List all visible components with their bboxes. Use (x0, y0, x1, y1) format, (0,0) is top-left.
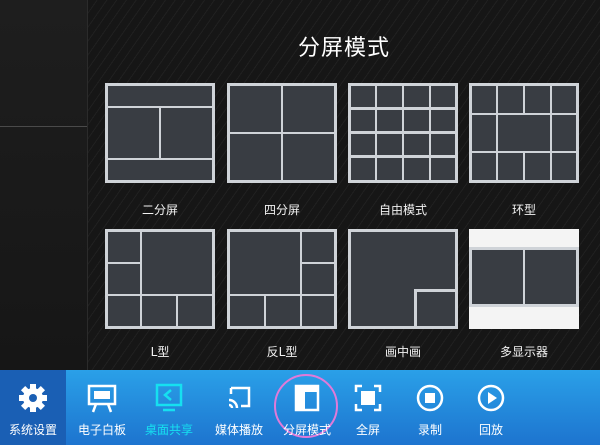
taskbar-whiteboard[interactable]: 电子白板 (69, 370, 135, 445)
taskbar-fullscreen[interactable]: 全屏 (335, 370, 401, 445)
mode-tile-two-split[interactable] (105, 83, 215, 183)
taskbar-media-play[interactable]: 媒体播放 (206, 370, 272, 445)
multi-display-layout-icon (469, 229, 579, 329)
l-shape-layout-icon (108, 232, 212, 326)
split-mode-panel: 分屏模式 二分屏 四分屏 自由模式 环型 L型 反L型 画中画 多显示器 (88, 0, 600, 370)
free-mode-layout-icon (351, 86, 455, 180)
left-side-panel (0, 0, 88, 370)
playback-icon (477, 384, 505, 412)
mode-label-reverse-l: 反L型 (266, 345, 298, 359)
taskbar-label: 媒体播放 (214, 423, 263, 437)
bottom-taskbar: 系统设置 电子白板 桌面共享 媒体播放 分屏模式 全屏 录制 回放 (0, 370, 600, 445)
mode-label-multi-display: 多显示器 (499, 345, 548, 359)
split-screen-icon (294, 384, 320, 412)
mode-label-free: 自由模式 (378, 203, 427, 217)
taskbar-label: 分屏模式 (282, 423, 331, 437)
mode-tile-reverse-l[interactable] (227, 229, 337, 329)
taskbar-label: 电子白板 (77, 423, 126, 437)
whiteboard-icon (87, 384, 117, 413)
taskbar-label: 全屏 (355, 423, 380, 437)
ring-layout-icon (472, 86, 576, 180)
taskbar-playback[interactable]: 回放 (458, 370, 524, 445)
mode-tile-l-shape[interactable] (105, 229, 215, 329)
mode-label-ring: 环型 (511, 203, 536, 217)
record-icon (416, 384, 444, 412)
desktop-share-icon (155, 383, 183, 412)
mode-label-four-split: 四分屏 (263, 203, 300, 217)
mode-label-pip: 画中画 (384, 345, 421, 359)
taskbar-label: 系统设置 (8, 423, 57, 437)
mode-tile-four-split[interactable] (227, 83, 337, 183)
media-cast-icon (228, 386, 251, 409)
mode-tile-multi-display[interactable] (469, 229, 579, 329)
mode-tile-free[interactable] (348, 83, 458, 183)
mode-tile-pip[interactable] (348, 229, 458, 329)
mode-label-two-split: 二分屏 (141, 203, 178, 217)
taskbar-system-settings[interactable]: 系统设置 (0, 370, 66, 445)
taskbar-desktop-share[interactable]: 桌面共享 (136, 370, 202, 445)
taskbar-label: 回放 (478, 423, 503, 437)
mode-tile-ring[interactable] (469, 83, 579, 183)
fullscreen-icon (354, 384, 382, 412)
two-split-layout-icon (108, 86, 212, 180)
gear-icon (19, 384, 47, 412)
four-split-layout-icon (230, 86, 334, 180)
taskbar-label: 桌面共享 (144, 423, 193, 437)
taskbar-split-screen[interactable]: 分屏模式 (274, 370, 340, 445)
mode-label-l-shape: L型 (150, 345, 170, 359)
taskbar-label: 录制 (417, 423, 442, 437)
page-title: 分屏模式 (297, 36, 390, 61)
taskbar-record[interactable]: 录制 (397, 370, 463, 445)
reverse-l-layout-icon (230, 232, 334, 326)
panel-divider (0, 126, 87, 127)
picture-in-picture-layout-icon (351, 232, 455, 326)
